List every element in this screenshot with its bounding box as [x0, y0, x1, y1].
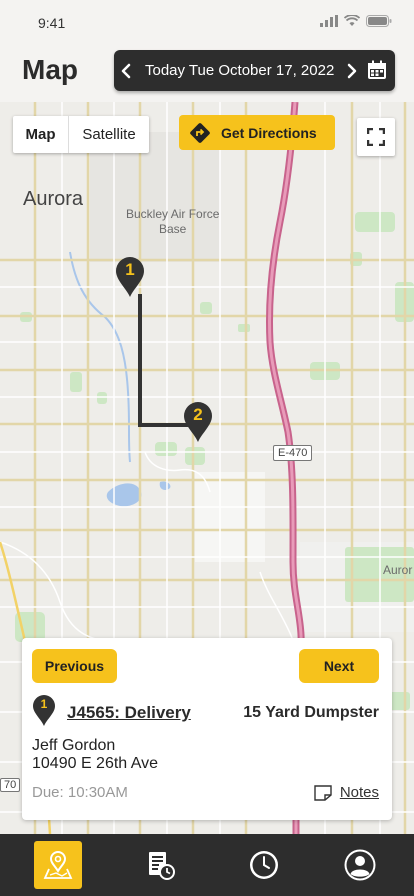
date-selector[interactable]: Today Tue October 17, 2022 — [114, 50, 395, 91]
map-label-aurora: Aurora — [23, 188, 84, 210]
nav-map[interactable] — [34, 841, 82, 889]
job-link[interactable]: J4565: Delivery — [67, 703, 191, 723]
map-type-map-button[interactable]: Map — [13, 116, 69, 153]
chevron-right-icon — [348, 63, 357, 78]
map-label-buckley-line2: Base — [159, 222, 187, 236]
status-bar: 9:41 — [0, 0, 414, 44]
notes-button[interactable]: Notes — [314, 784, 379, 801]
job-type: 15 Yard Dumpster — [243, 704, 379, 721]
nav-jobs[interactable] — [137, 841, 185, 889]
job-list-clock-icon — [149, 852, 175, 880]
map-label-buckley: Buckley Air Force Base — [126, 207, 219, 237]
customer-name: Jeff Gordon — [32, 737, 116, 754]
notes-label: Notes — [339, 784, 379, 801]
map-type-satellite-button[interactable]: Satellite — [69, 116, 149, 153]
clock-icon — [250, 851, 278, 879]
map-pin-number: 1 — [125, 260, 135, 279]
nav-profile[interactable] — [336, 841, 384, 889]
map-pin-icon — [43, 851, 73, 879]
get-directions-label: Get Directions — [221, 124, 317, 141]
previous-day-button[interactable] — [114, 50, 138, 91]
map-pin-stop-1[interactable]: 1 — [114, 255, 146, 297]
stop-number-pin: 1 — [32, 694, 56, 726]
next-stop-button[interactable]: Next — [299, 649, 379, 683]
stop-card: Previous Next 1 J4565: Delivery 15 Yard … — [22, 638, 392, 820]
highway-shield-e470: E-470 — [273, 445, 313, 461]
highway-shield-70: 70 — [0, 778, 21, 792]
stop-number: 1 — [40, 697, 48, 711]
fullscreen-icon — [367, 128, 385, 146]
note-icon — [314, 784, 332, 801]
user-icon — [344, 849, 376, 881]
bottom-nav — [0, 834, 414, 896]
map-type-toggle[interactable]: Map Satellite — [13, 116, 149, 153]
battery-icon — [366, 15, 392, 27]
chevron-left-icon — [121, 63, 131, 78]
map-label-aurora-east: Auror — [383, 563, 413, 577]
signal-icon — [320, 15, 338, 27]
map-pin-number: 2 — [193, 405, 203, 424]
customer-info: Jeff Gordon 10490 E 26th Ave — [32, 737, 158, 773]
customer-address: 10490 E 26th Ave — [32, 755, 159, 772]
map-label-buckley-line1: Buckley Air Force — [126, 207, 220, 221]
page-title: Map — [22, 54, 78, 85]
header: Map Today Tue October 17, 2022 — [0, 44, 414, 102]
previous-stop-button[interactable]: Previous — [32, 649, 117, 683]
date-label: Today Tue October 17, 2022 — [145, 62, 335, 79]
directions-icon — [190, 122, 210, 143]
wifi-icon — [344, 15, 360, 26]
status-time: 9:41 — [38, 15, 66, 31]
get-directions-button[interactable]: Get Directions — [179, 115, 335, 150]
calendar-button[interactable] — [367, 60, 387, 80]
fullscreen-button[interactable] — [357, 118, 395, 156]
map-pin-stop-2[interactable]: 2 — [182, 400, 214, 442]
calendar-icon — [368, 60, 386, 79]
nav-history[interactable] — [240, 841, 288, 889]
due-time: Due: 10:30AM — [32, 784, 128, 801]
status-icons — [320, 15, 392, 27]
next-day-button[interactable] — [340, 50, 364, 91]
